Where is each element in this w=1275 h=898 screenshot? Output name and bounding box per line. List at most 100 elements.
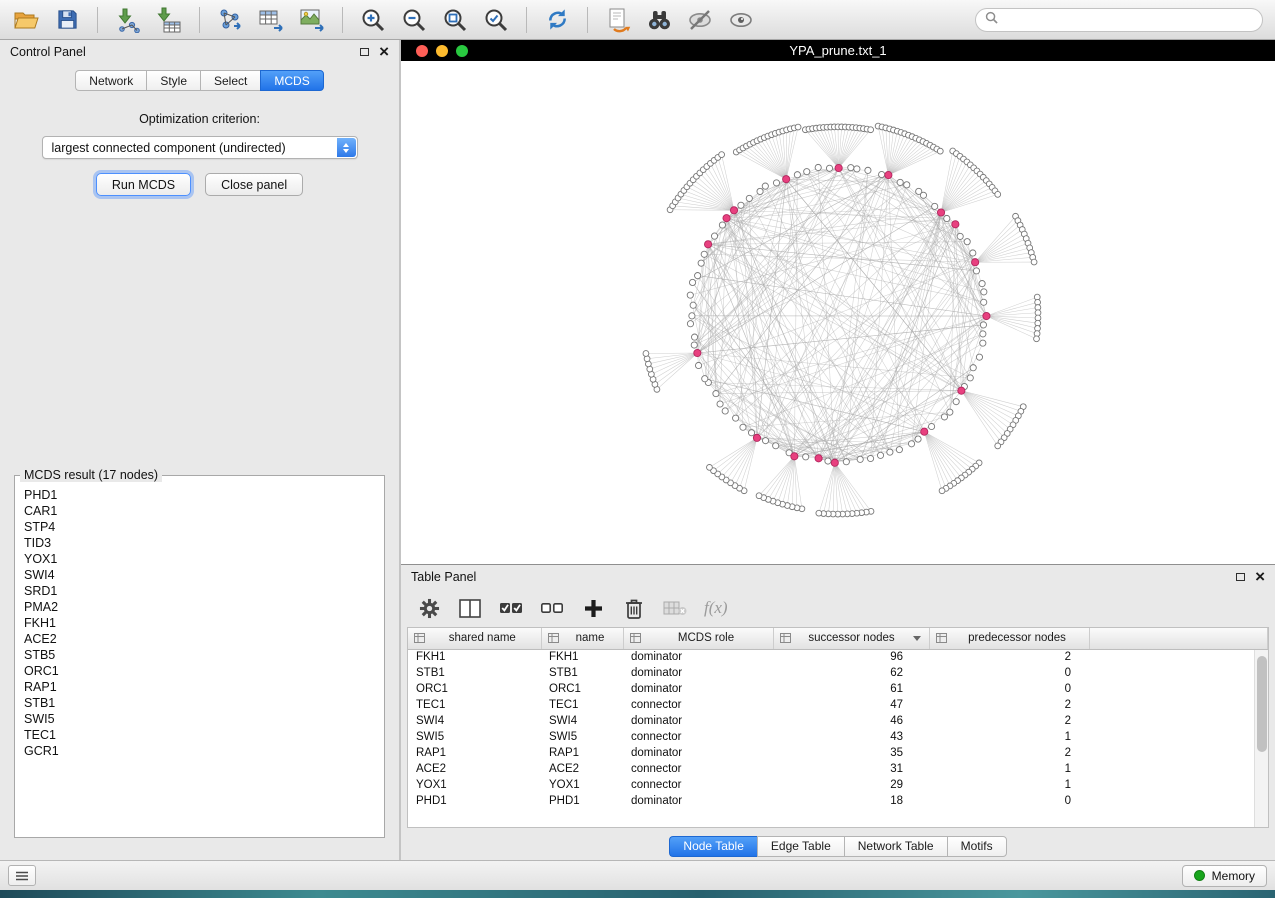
mcds-result-item[interactable]: PMA2 [24,599,375,615]
export-image-icon[interactable] [298,6,326,34]
tab-network-table[interactable]: Network Table [844,836,947,857]
delete-table-icon[interactable] [663,596,687,620]
import-network-file-icon[interactable] [114,6,142,34]
search-field[interactable] [975,8,1263,32]
cell-shared-name[interactable]: PHD1 [408,793,541,809]
status-menu-button[interactable] [8,865,36,886]
mcds-result-item[interactable]: STB5 [24,647,375,663]
table-row[interactable]: SWI4 SWI4 dominator 46 2 [408,713,1268,729]
mcds-result-item[interactable]: PHD1 [24,487,375,503]
cell-mcds-role[interactable]: dominator [623,665,773,681]
show-columns-icon[interactable] [458,596,482,620]
clone-network-icon[interactable] [604,6,632,34]
refresh-icon[interactable] [543,6,571,34]
tab-mcds[interactable]: MCDS [260,70,323,91]
open-folder-icon[interactable] [12,6,40,34]
cell-mcds-role[interactable]: connector [623,697,773,713]
mcds-result-item[interactable]: ACE2 [24,631,375,647]
table-row[interactable]: ORC1 ORC1 dominator 61 0 [408,681,1268,697]
mcds-result-item[interactable]: STP4 [24,519,375,535]
cell-successor-nodes[interactable]: 47 [773,697,929,713]
tab-network[interactable]: Network [75,70,146,91]
cell-predecessor-nodes[interactable]: 0 [929,665,1089,681]
window-zoom-button[interactable] [456,45,468,57]
cell-predecessor-nodes[interactable]: 1 [929,761,1089,777]
cell-predecessor-nodes[interactable]: 0 [929,793,1089,809]
cell-name[interactable]: PHD1 [541,793,623,809]
cell-successor-nodes[interactable]: 96 [773,649,929,665]
cell-predecessor-nodes[interactable]: 0 [929,681,1089,697]
cell-shared-name[interactable]: STB1 [408,665,541,681]
zoom-fit-icon[interactable] [441,6,469,34]
search-binoculars-icon[interactable] [645,6,673,34]
column-header-successor-nodes[interactable]: successor nodes [773,628,929,649]
mcds-result-item[interactable]: CAR1 [24,503,375,519]
cell-predecessor-nodes[interactable]: 1 [929,777,1089,793]
network-canvas[interactable] [401,61,1275,564]
cell-successor-nodes[interactable]: 43 [773,729,929,745]
table-row[interactable]: SWI5 SWI5 connector 43 1 [408,729,1268,745]
delete-column-trash-icon[interactable] [622,596,646,620]
cell-shared-name[interactable]: ACE2 [408,761,541,777]
mcds-result-item[interactable]: FKH1 [24,615,375,631]
mcds-result-item[interactable]: SRD1 [24,583,375,599]
tab-node-table[interactable]: Node Table [669,836,757,857]
import-table-file-icon[interactable] [155,6,183,34]
cell-mcds-role[interactable]: dominator [623,793,773,809]
mcds-result-item[interactable]: TID3 [24,535,375,551]
cell-successor-nodes[interactable]: 35 [773,745,929,761]
tab-motifs[interactable]: Motifs [947,836,1007,857]
cell-name[interactable]: YOX1 [541,777,623,793]
export-network-icon[interactable] [216,6,244,34]
window-minimize-button[interactable] [436,45,448,57]
mcds-result-item[interactable]: TEC1 [24,727,375,743]
close-panel-button[interactable]: Close panel [205,173,303,196]
cell-successor-nodes[interactable]: 62 [773,665,929,681]
zoom-out-icon[interactable] [400,6,428,34]
cell-mcds-role[interactable]: connector [623,777,773,793]
mcds-result-item[interactable]: SWI4 [24,567,375,583]
deselect-all-icon[interactable] [540,596,564,620]
cell-mcds-role[interactable]: connector [623,729,773,745]
cell-successor-nodes[interactable]: 46 [773,713,929,729]
table-vertical-scrollbar[interactable] [1254,650,1268,827]
cell-name[interactable]: RAP1 [541,745,623,761]
cell-shared-name[interactable]: ORC1 [408,681,541,697]
table-row[interactable]: YOX1 YOX1 connector 29 1 [408,777,1268,793]
search-input[interactable] [1004,13,1253,27]
cell-shared-name[interactable]: SWI5 [408,729,541,745]
table-row[interactable]: RAP1 RAP1 dominator 35 2 [408,745,1268,761]
cell-name[interactable]: SWI4 [541,713,623,729]
cell-shared-name[interactable]: RAP1 [408,745,541,761]
float-panel-icon[interactable] [360,48,369,56]
show-details-eye-icon[interactable] [727,6,755,34]
table-row[interactable]: FKH1 FKH1 dominator 96 2 [408,649,1268,665]
hide-details-icon[interactable] [686,6,714,34]
mcds-result-list[interactable]: PHD1CAR1STP4TID3YOX1SWI4SRD1PMA2FKH1ACE2… [15,484,384,824]
table-row[interactable]: STB1 STB1 dominator 62 0 [408,665,1268,681]
zoom-selected-icon[interactable] [482,6,510,34]
cell-mcds-role[interactable]: connector [623,761,773,777]
run-mcds-button[interactable]: Run MCDS [96,173,191,196]
table-settings-gear-icon[interactable] [417,596,441,620]
cell-mcds-role[interactable]: dominator [623,745,773,761]
mcds-result-item[interactable]: RAP1 [24,679,375,695]
cell-predecessor-nodes[interactable]: 2 [929,713,1089,729]
float-table-panel-icon[interactable] [1236,573,1245,581]
memory-button[interactable]: Memory [1182,865,1267,887]
column-header-shared-name[interactable]: shared name [408,628,541,649]
cell-mcds-role[interactable]: dominator [623,713,773,729]
cell-mcds-role[interactable]: dominator [623,681,773,697]
cell-name[interactable]: ORC1 [541,681,623,697]
cell-predecessor-nodes[interactable]: 2 [929,697,1089,713]
column-header-predecessor-nodes[interactable]: predecessor nodes [929,628,1089,649]
cell-successor-nodes[interactable]: 18 [773,793,929,809]
column-header-mcds-role[interactable]: MCDS role [623,628,773,649]
cell-successor-nodes[interactable]: 29 [773,777,929,793]
select-all-icon[interactable] [499,596,523,620]
sort-descending-icon[interactable] [913,636,921,641]
add-column-plus-icon[interactable] [581,596,605,620]
tab-edge-table[interactable]: Edge Table [757,836,844,857]
cell-successor-nodes[interactable]: 61 [773,681,929,697]
cell-successor-nodes[interactable]: 31 [773,761,929,777]
